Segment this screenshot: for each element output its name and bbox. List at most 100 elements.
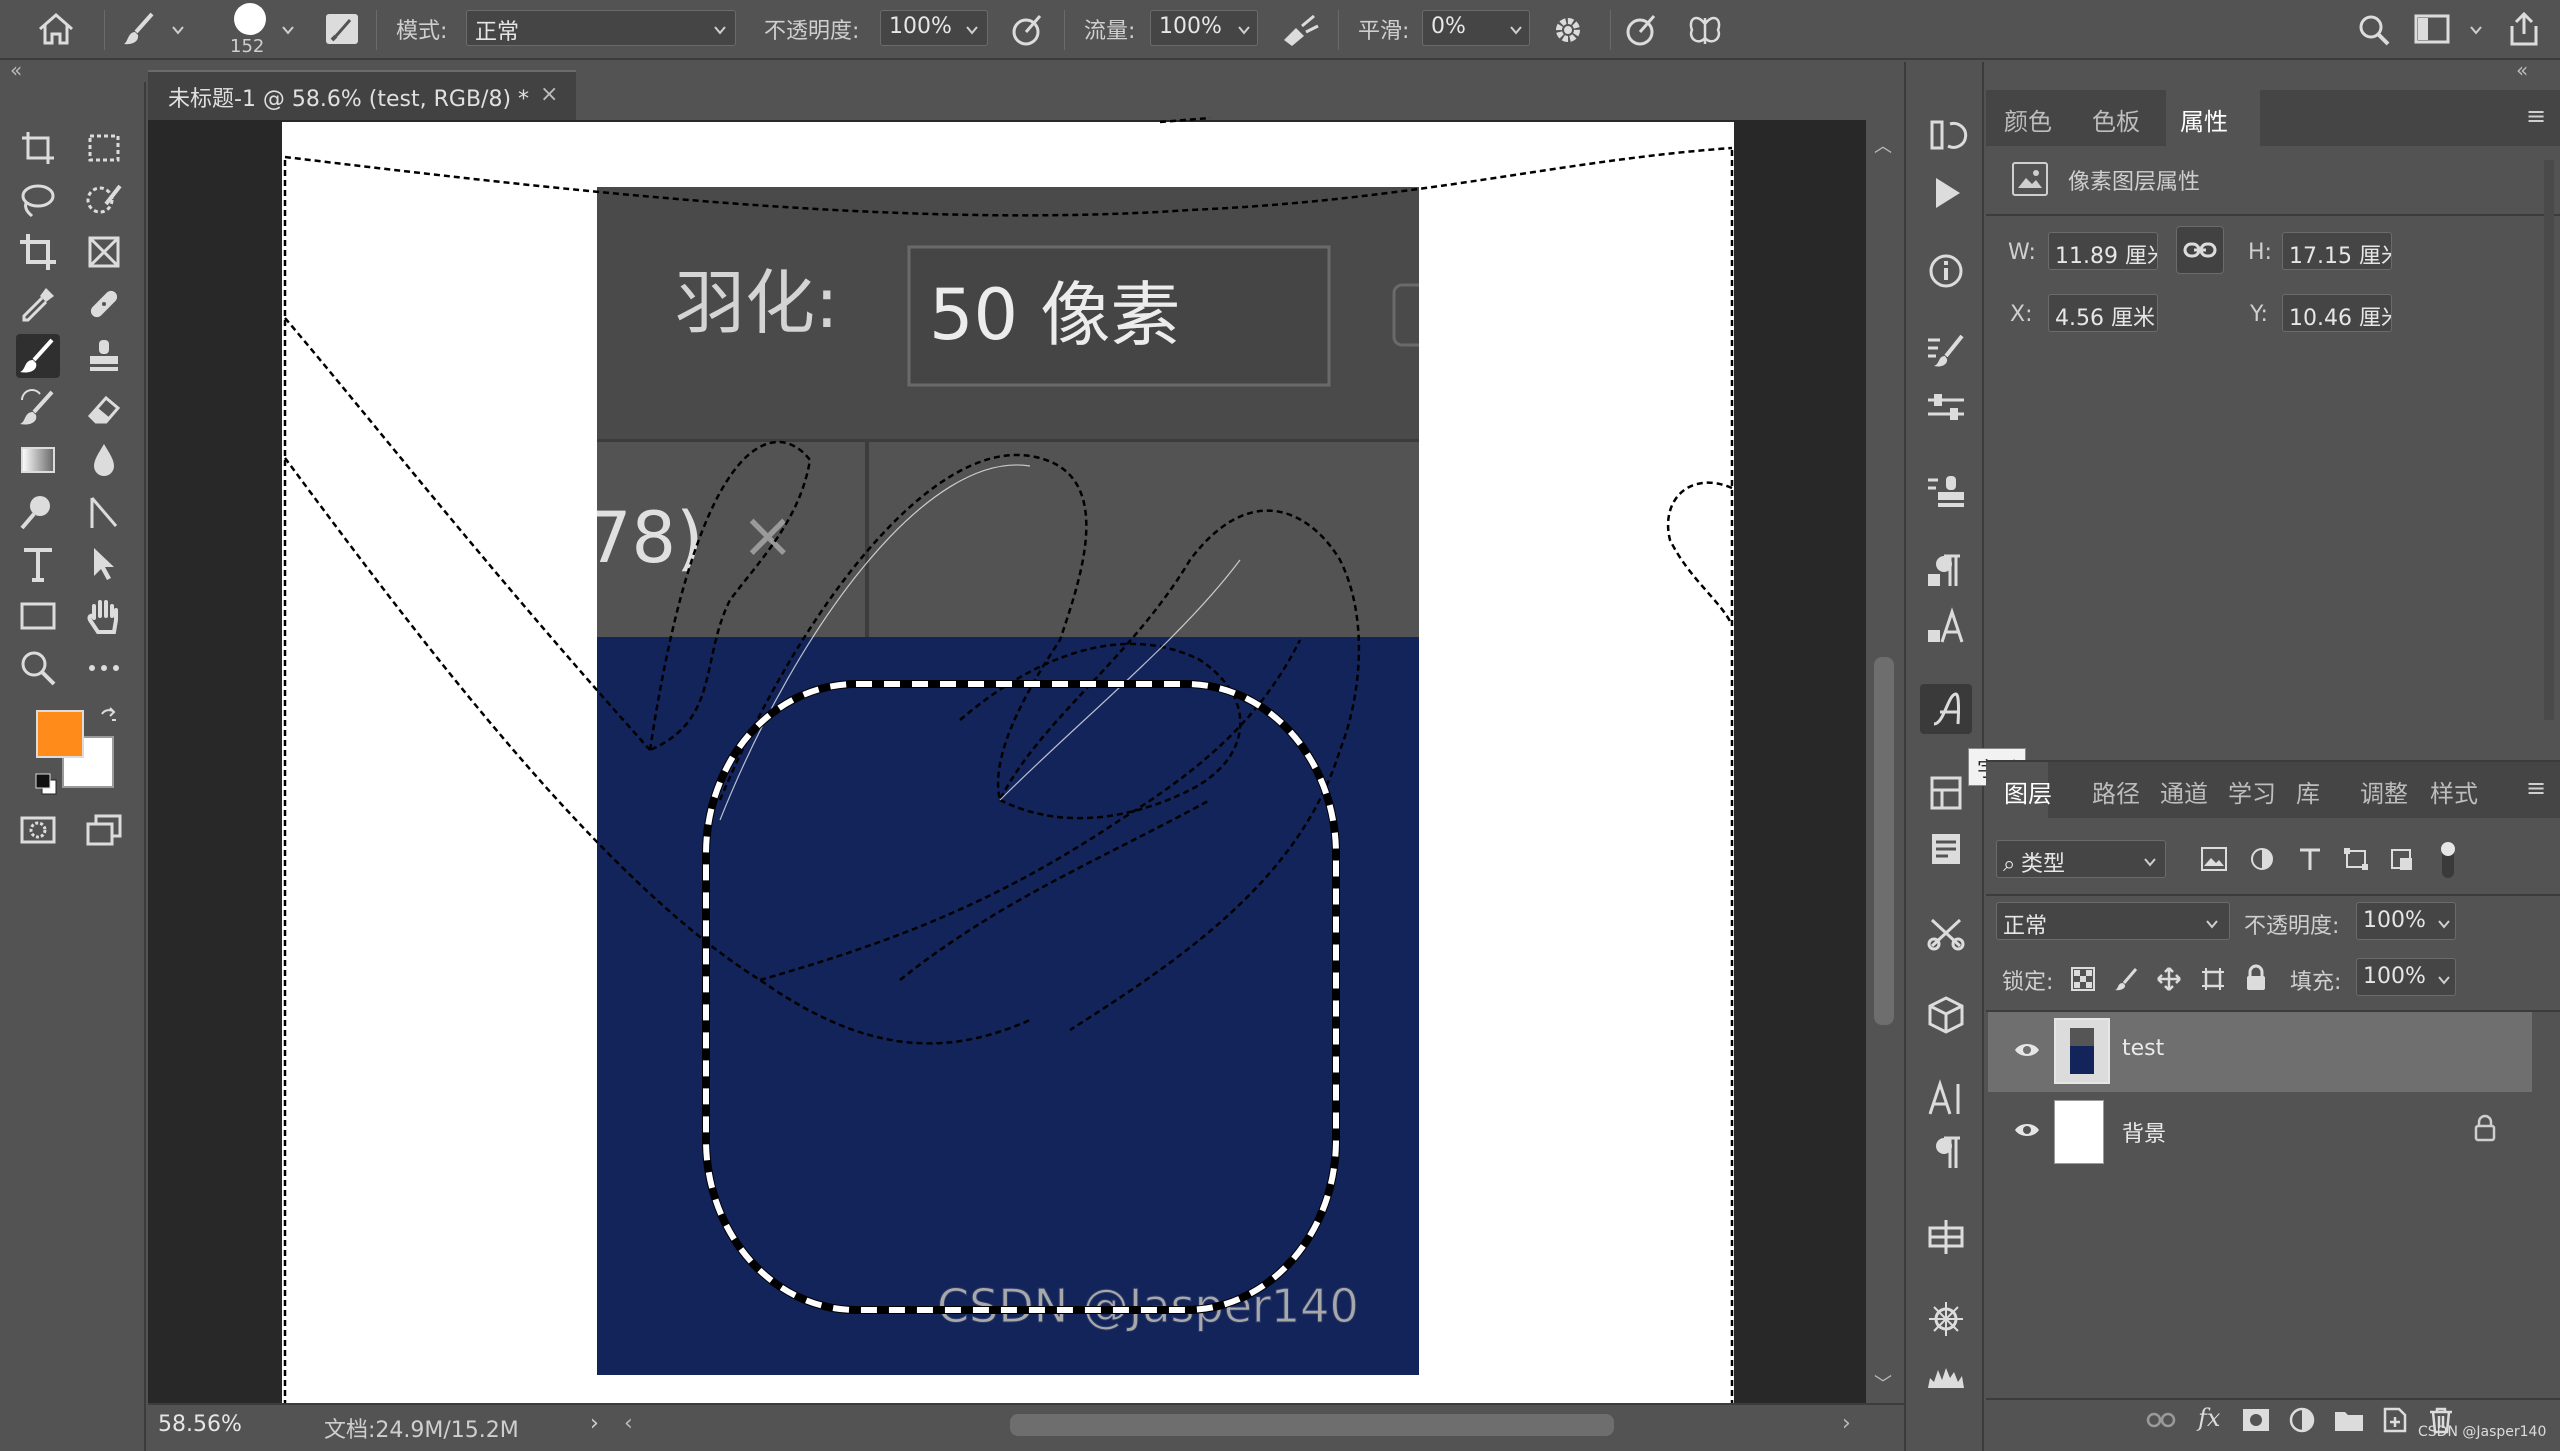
- glyphs-icon[interactable]: [1920, 684, 1972, 734]
- chevron-down-icon[interactable]: [714, 24, 726, 36]
- chevron-down-icon[interactable]: [2438, 974, 2450, 986]
- document-tab[interactable]: 未标题-1 @ 58.6% (test, RGB/8) * ×: [148, 70, 576, 120]
- layer-name-test[interactable]: test: [2122, 1036, 2164, 1061]
- quick-selection-tool-icon[interactable]: [82, 178, 126, 222]
- brush-size-swatch[interactable]: [230, 0, 270, 40]
- character-panel-icon[interactable]: [1920, 1074, 1972, 1124]
- clone-source-icon[interactable]: [1920, 466, 1972, 516]
- layer-fx-icon[interactable]: fx: [2198, 1404, 2220, 1432]
- tab-properties[interactable]: 属性: [2180, 102, 2228, 137]
- new-layer-icon[interactable]: [2382, 1406, 2408, 1434]
- collapse-panels-icon[interactable]: «: [2516, 58, 2528, 82]
- mode-select[interactable]: 正常: [466, 10, 736, 46]
- scroll-left-icon[interactable]: ‹: [624, 1411, 633, 1436]
- x-input[interactable]: 4.56 厘米: [2048, 294, 2158, 332]
- close-icon[interactable]: ×: [540, 82, 558, 107]
- blend-mode-select[interactable]: 正常: [1996, 902, 2230, 940]
- crop-tool-icon[interactable]: [16, 230, 60, 274]
- lock-pixels-icon[interactable]: [2114, 966, 2140, 992]
- 3d-cube-icon[interactable]: [1920, 990, 1972, 1040]
- gradient-tool-icon[interactable]: [16, 438, 60, 482]
- foreground-color-swatch[interactable]: [36, 710, 84, 758]
- eraser-tool-icon[interactable]: [82, 386, 126, 430]
- tab-color[interactable]: 颜色: [2004, 102, 2052, 137]
- brush-settings-icon[interactable]: [1920, 326, 1972, 376]
- height-input[interactable]: 17.15 厘米: [2282, 232, 2392, 270]
- hand-tool-icon[interactable]: [82, 594, 126, 638]
- vertical-scrollbar[interactable]: ︿ ﹀: [1866, 120, 1904, 1403]
- properties-scrollbar[interactable]: [2544, 160, 2554, 720]
- clone-stamp-tool-icon[interactable]: [82, 334, 126, 378]
- lock-icon[interactable]: [2474, 1114, 2496, 1142]
- new-adjustment-layer-icon[interactable]: [2288, 1406, 2316, 1434]
- home-icon[interactable]: [36, 12, 76, 46]
- pressure-opacity-icon[interactable]: [1010, 12, 1046, 48]
- character-styles-icon[interactable]: [1920, 602, 1972, 652]
- symmetry-butterfly-icon[interactable]: [1686, 12, 1724, 48]
- zoom-level[interactable]: 58.56%: [158, 1412, 242, 1437]
- chevron-down-icon[interactable]: [2470, 24, 2482, 36]
- chevron-down-icon[interactable]: [172, 24, 184, 36]
- chevron-down-icon[interactable]: [282, 24, 294, 36]
- status-menu-arrow-icon[interactable]: ›: [590, 1411, 599, 1436]
- panel-menu-icon[interactable]: ≡: [2526, 774, 2546, 802]
- chevron-down-icon[interactable]: [2206, 918, 2218, 930]
- chevron-down-icon[interactable]: [1238, 24, 1250, 36]
- type-tool-icon[interactable]: [16, 542, 60, 586]
- tab-libraries[interactable]: 库: [2296, 774, 2320, 809]
- layer-name-background[interactable]: 背景: [2122, 1116, 2166, 1148]
- filter-adjustment-icon[interactable]: [2248, 846, 2276, 872]
- eye-visibility-icon[interactable]: [2014, 1120, 2040, 1140]
- layer-row-test[interactable]: test: [1988, 1012, 2532, 1092]
- filter-smart-object-icon[interactable]: [2388, 846, 2416, 872]
- vertical-scrollbar-thumb[interactable]: [1874, 657, 1894, 1025]
- rectangle-tool-icon[interactable]: [16, 594, 60, 638]
- width-input[interactable]: 11.89 厘米: [2048, 232, 2158, 270]
- blur-tool-icon[interactable]: [82, 438, 126, 482]
- share-icon[interactable]: [2506, 10, 2542, 48]
- horizontal-scrollbar-thumb[interactable]: [1010, 1414, 1614, 1436]
- artboard-tool-icon[interactable]: [16, 126, 60, 170]
- notes-icon[interactable]: [1920, 824, 1972, 874]
- marquee-tool-icon[interactable]: [82, 126, 126, 170]
- tab-swatches[interactable]: 色板: [2092, 102, 2140, 137]
- swap-colors-icon[interactable]: [98, 706, 120, 728]
- filter-toggle-switch[interactable]: [2438, 840, 2458, 880]
- info-icon[interactable]: [1920, 246, 1972, 296]
- filter-pixel-icon[interactable]: [2200, 846, 2228, 872]
- path-selection-tool-icon[interactable]: [82, 542, 126, 586]
- add-mask-icon[interactable]: [2242, 1408, 2270, 1432]
- chevron-down-icon[interactable]: [1510, 24, 1522, 36]
- chevron-down-icon[interactable]: [2438, 918, 2450, 930]
- pressure-size-icon[interactable]: [1624, 12, 1660, 48]
- collapse-left-icon[interactable]: «: [10, 58, 22, 82]
- lasso-tool-icon[interactable]: [16, 178, 60, 222]
- quick-mask-icon[interactable]: [16, 808, 60, 852]
- tab-channels[interactable]: 通道: [2160, 774, 2208, 809]
- eye-visibility-icon[interactable]: [2014, 1040, 2040, 1060]
- frame-tool-icon[interactable]: [82, 230, 126, 274]
- layers-panel-icon[interactable]: [1920, 768, 1972, 818]
- adjustments-sliders-icon[interactable]: [1920, 382, 1972, 432]
- eyedropper-tool-icon[interactable]: [16, 282, 60, 326]
- zoom-tool-icon[interactable]: [16, 646, 60, 690]
- layer-filter-select[interactable]: ⌕ 类型: [1996, 840, 2166, 878]
- chevron-down-icon[interactable]: [966, 24, 978, 36]
- tab-layers[interactable]: 图层: [2004, 774, 2052, 809]
- airbrush-icon[interactable]: [1280, 12, 1320, 48]
- link-layers-icon[interactable]: [2146, 1408, 2176, 1432]
- gear-icon[interactable]: [1550, 12, 1586, 48]
- panel-menu-icon[interactable]: ≡: [2526, 102, 2546, 130]
- search-icon[interactable]: [2356, 12, 2392, 48]
- tab-paths[interactable]: 路径: [2092, 774, 2140, 809]
- tab-adjustments[interactable]: 调整: [2360, 774, 2408, 809]
- filter-shape-icon[interactable]: [2342, 846, 2370, 872]
- tab-styles[interactable]: 样式: [2430, 774, 2478, 809]
- scroll-up-icon[interactable]: ︿: [1874, 132, 1892, 158]
- screen-mode-icon[interactable]: [82, 808, 126, 852]
- healing-brush-tool-icon[interactable]: [82, 282, 126, 326]
- lock-transparent-icon[interactable]: [2070, 966, 2096, 992]
- chevron-down-icon[interactable]: [2144, 856, 2156, 868]
- brush-panel-toggle-icon[interactable]: [324, 12, 360, 46]
- brush-tool-icon[interactable]: [16, 334, 60, 378]
